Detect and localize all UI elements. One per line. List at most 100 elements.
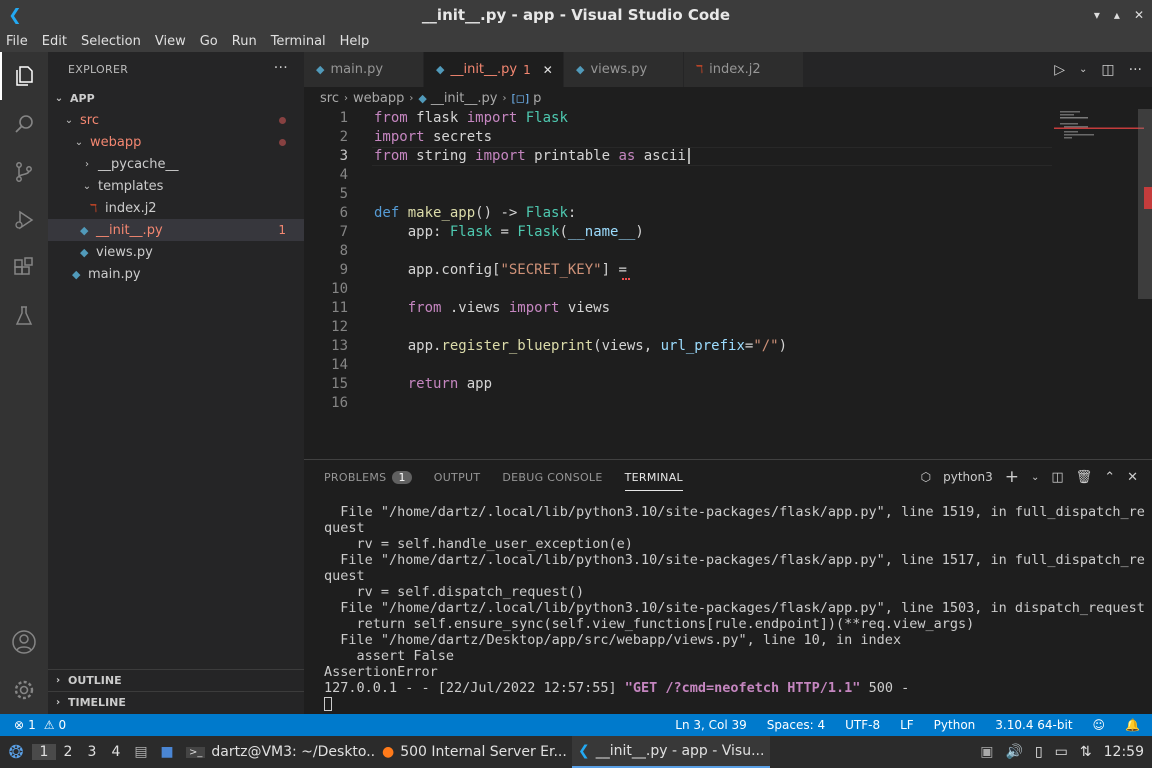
feedback-icon[interactable]: ☺	[1093, 718, 1106, 732]
terminal-line: return self.ensure_sync(self.view_functi…	[324, 616, 975, 632]
close-panel-icon[interactable]: ✕	[1127, 470, 1138, 485]
breadcrumb-webapp[interactable]: webapp	[353, 91, 404, 106]
terminal-shell-icon: ⬡	[920, 470, 932, 484]
tree-folder-pycache[interactable]: › __pycache__	[48, 153, 304, 175]
tree-folder-src[interactable]: ⌄ src	[48, 109, 304, 131]
chevron-right-icon: ›	[409, 92, 414, 104]
notes-icon[interactable]: ▯	[1035, 744, 1043, 760]
screenshot-icon[interactable]: ▣	[980, 744, 993, 760]
cursor-position[interactable]: Ln 3, Col 39	[675, 718, 747, 732]
menu-file[interactable]: File	[6, 34, 28, 49]
workspace-2[interactable]: 2	[56, 744, 80, 760]
gear-icon[interactable]	[0, 666, 48, 714]
tab-main-py[interactable]: ◆ main.py	[304, 52, 424, 87]
terminal-name[interactable]: python3	[943, 470, 993, 484]
tab-views-py[interactable]: ◆ views.py	[564, 52, 684, 87]
menu-edit[interactable]: Edit	[42, 34, 67, 49]
code-editor[interactable]: 1 from flask import Flask 2 import secrets…	[304, 109, 1152, 459]
terminal-line: assert False	[324, 648, 455, 664]
tree-file-init-py[interactable]: ◆ __init__.py 1	[48, 219, 304, 241]
explorer-root-app[interactable]: ⌄ APP	[48, 87, 304, 109]
line-number: 6	[339, 205, 348, 221]
workspace-3[interactable]: 3	[80, 744, 104, 760]
run-debug-icon[interactable]	[0, 196, 48, 244]
minimize-icon[interactable]: ▾	[1094, 8, 1100, 22]
task-terminal[interactable]: >_ dartz@VM3: ~/Deskto...	[180, 736, 376, 768]
tab-index-j2[interactable]: ℸ index.j2	[684, 52, 804, 87]
timeline-section[interactable]: › TIMELINE	[48, 691, 304, 713]
python-file-icon: ◆	[80, 245, 89, 259]
trash-icon[interactable]: 🗑	[1076, 470, 1093, 485]
show-desktop-icon[interactable]: ■	[154, 744, 180, 760]
task-firefox[interactable]: ● 500 Internal Server Er...	[376, 736, 572, 768]
run-python-file-icon[interactable]: ▷	[1054, 62, 1065, 78]
file-manager-icon[interactable]: ▤	[128, 744, 154, 760]
display-icon[interactable]: ▭	[1055, 744, 1068, 760]
panel-tabs: PROBLEMS 1 OUTPUT DEBUG CONSOLE TERMINAL	[324, 460, 683, 494]
code-text: app.config["SECRET_KEY"] =	[374, 262, 627, 278]
more-actions-icon[interactable]: ···	[1129, 62, 1142, 78]
tree-label: index.j2	[105, 200, 157, 216]
terminal-output[interactable]: File "/home/dartz/.local/lib/python3.10/…	[324, 504, 1145, 712]
outline-section[interactable]: › OUTLINE	[48, 669, 304, 691]
breadcrumb-symbol[interactable]: p	[533, 91, 541, 106]
volume-icon[interactable]: 🔊	[1006, 744, 1023, 760]
line-number: 3	[339, 148, 348, 164]
tab-problems[interactable]: PROBLEMS 1	[324, 470, 412, 484]
clock[interactable]: 12:59	[1104, 744, 1144, 760]
tree-file-main-py[interactable]: ◆ main.py	[48, 263, 304, 285]
notifications-bell-icon[interactable]: 🔔	[1125, 718, 1140, 732]
breadcrumb-src[interactable]: src	[320, 91, 339, 106]
encoding[interactable]: UTF-8	[845, 718, 880, 732]
code-line: 11 from .views import views	[304, 299, 1054, 318]
chevron-down-icon[interactable]: ⌄	[1079, 64, 1087, 75]
tree-file-index-j2[interactable]: ℸ index.j2	[48, 197, 304, 219]
tree-file-views-py[interactable]: ◆ views.py	[48, 241, 304, 263]
menu-run[interactable]: Run	[232, 34, 257, 49]
menu-go[interactable]: Go	[200, 34, 218, 49]
start-menu-icon[interactable]: ❂	[0, 742, 32, 763]
source-control-icon[interactable]	[0, 148, 48, 196]
split-editor-icon[interactable]: ◫	[1101, 62, 1114, 78]
code-text: app.register_blueprint(views, url_prefix…	[374, 338, 788, 354]
menu-help[interactable]: Help	[340, 34, 370, 49]
tab-terminal[interactable]: TERMINAL	[624, 471, 683, 491]
testing-icon[interactable]	[0, 292, 48, 340]
restore-icon[interactable]: ▴	[1114, 8, 1120, 22]
tab-output[interactable]: OUTPUT	[434, 471, 481, 484]
language-mode[interactable]: Python	[934, 718, 976, 732]
task-vscode[interactable]: ❮ __init__.py - app - Visu...	[572, 736, 770, 768]
menu-terminal[interactable]: Terminal	[271, 34, 326, 49]
close-tab-icon[interactable]: ✕	[543, 63, 553, 77]
search-icon[interactable]	[0, 100, 48, 148]
line-number: 9	[339, 262, 348, 278]
indentation[interactable]: Spaces: 4	[767, 718, 825, 732]
menu-selection[interactable]: Selection	[81, 34, 141, 49]
split-terminal-icon[interactable]: ◫	[1051, 470, 1063, 485]
code-text: app: Flask = Flask(__name__)	[374, 224, 644, 240]
close-icon[interactable]: ✕	[1134, 8, 1144, 22]
chevron-down-icon[interactable]: ⌄	[1031, 472, 1039, 483]
breadcrumb-file[interactable]: __init__.py	[431, 91, 498, 106]
new-terminal-icon[interactable]: +	[1005, 467, 1019, 487]
tree-folder-templates[interactable]: ⌄ templates	[48, 175, 304, 197]
menu-view[interactable]: View	[155, 34, 186, 49]
tab-init-py[interactable]: ◆ __init__.py 1 ✕	[424, 52, 564, 87]
maximize-panel-icon[interactable]: ⌃	[1104, 470, 1115, 485]
network-icon[interactable]: ⇅	[1080, 744, 1092, 760]
status-bar: ⊗ 1 ⚠ 0 Ln 3, Col 39 Spaces: 4 UTF-8 LF …	[0, 714, 1152, 736]
workspace-4[interactable]: 4	[104, 744, 128, 760]
python-interpreter[interactable]: 3.10.4 64-bit	[995, 718, 1072, 732]
explorer-icon[interactable]	[0, 52, 48, 100]
accounts-icon[interactable]	[0, 618, 48, 666]
end-of-line[interactable]: LF	[900, 718, 914, 732]
workspace-1[interactable]: 1	[32, 744, 56, 760]
problems-status[interactable]: ⊗ 1 ⚠ 0	[0, 718, 66, 732]
tab-debug-console[interactable]: DEBUG CONSOLE	[502, 471, 602, 484]
minimap[interactable]	[1054, 109, 1144, 459]
more-actions-icon[interactable]: ···	[274, 60, 288, 76]
tree-label: __init__.py	[96, 222, 163, 238]
problems-count-badge: 1	[392, 470, 412, 484]
extensions-icon[interactable]	[0, 244, 48, 292]
tree-folder-webapp[interactable]: ⌄ webapp	[48, 131, 304, 153]
